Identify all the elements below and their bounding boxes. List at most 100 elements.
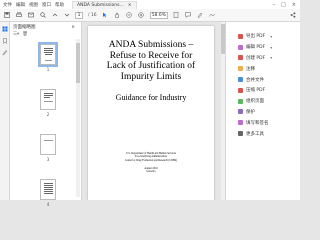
title-line: Refuse to Receive for: [109, 50, 193, 61]
left-nav-bar: [0, 22, 10, 200]
page-thumbnails-icon[interactable]: [1, 25, 8, 32]
date-line: Generics: [146, 170, 156, 174]
agency-block: U.S. Department of Health and Human Serv…: [88, 152, 214, 162]
panel-close-icon[interactable]: ×: [71, 25, 81, 30]
thumbnail-label-3: 3: [46, 157, 50, 162]
zoom-in-icon[interactable]: [138, 12, 145, 19]
bookmark-icon[interactable]: [1, 37, 8, 44]
tool-label: 合并文件: [246, 77, 264, 83]
page-total: / 16: [88, 12, 97, 18]
select-cursor-icon[interactable]: [102, 12, 109, 19]
agency-line: Center for Drug Evaluation and Research …: [124, 158, 178, 162]
tool-combine-files[interactable]: 合并文件: [226, 74, 300, 85]
menu-help[interactable]: 帮助: [55, 2, 64, 8]
tool-create-pdf[interactable]: 创建 PDF ▾: [226, 53, 300, 64]
combine-files-icon: [238, 77, 243, 83]
document-title: ANDA Submissions – Refuse to Receive for…: [88, 40, 214, 82]
title-line: Lack of Justification of: [106, 61, 196, 71]
document-view: ANDA Submissions – Refuse to Receive for…: [82, 22, 225, 200]
thumbnail-scrollbar[interactable]: [76, 39, 80, 197]
thumbnail-options-icon[interactable]: ☰▾: [13, 32, 19, 39]
thumbnail-label-2: 2: [46, 112, 50, 117]
tool-compress-pdf[interactable]: 压缩 PDF: [226, 85, 300, 96]
tool-label: 编辑 PDF: [246, 45, 266, 51]
date-block: August 2016 Generics: [88, 167, 214, 174]
thumbnail-page-1[interactable]: [38, 42, 58, 67]
create-pdf-icon: [238, 55, 243, 61]
save-icon[interactable]: [3, 12, 10, 19]
maximize-icon[interactable]: □: [281, 2, 286, 8]
more-tools-icon: [238, 131, 243, 137]
thumbnail-label-4: 4: [46, 202, 50, 207]
comment-tool-icon: [238, 66, 243, 72]
tool-edit-pdf[interactable]: 编辑 PDF ▾: [226, 42, 300, 53]
title-line: Impurity Limits: [120, 71, 182, 82]
thumbnail-delete-icon[interactable]: 🗑: [22, 32, 28, 39]
document-page: ANDA Submissions – Refuse to Receive for…: [88, 26, 214, 200]
thumbnail-scroll-thumb[interactable]: [76, 43, 80, 83]
window-close-icon[interactable]: ×: [292, 2, 296, 8]
minimize-icon[interactable]: –: [273, 2, 276, 8]
thumbnail-page-2[interactable]: [40, 89, 56, 110]
protect-icon: [238, 109, 243, 115]
organize-pages-icon: [238, 98, 243, 104]
thumbnail-page-4[interactable]: [40, 179, 56, 200]
document-subtitle: Guidance for Industry: [115, 93, 187, 102]
document-tab-label: ANDA Submissions...: [77, 2, 124, 8]
hand-tool-icon[interactable]: [114, 12, 121, 19]
thumbnail-panel-header: 页面缩略图 ×: [10, 22, 81, 32]
chevron-down-icon[interactable]: ▾: [270, 45, 272, 50]
tool-label: 填写和签名: [246, 120, 269, 126]
tool-label: 导出 PDF: [246, 34, 266, 40]
tool-fill-and-sign[interactable]: 填写和签名: [226, 117, 300, 128]
prev-page-icon[interactable]: [51, 12, 58, 19]
tool-label: 保护: [246, 109, 255, 115]
zoom-out-icon[interactable]: [126, 12, 133, 19]
menu-bar: 文件 编辑 视图 窗口 帮助: [0, 2, 64, 8]
thumbnail-label-1: 1: [46, 67, 50, 72]
tool-more-tools[interactable]: 更多工具: [226, 128, 300, 139]
mail-icon[interactable]: [27, 12, 34, 19]
tool-organize-pages[interactable]: 组织页面: [226, 96, 300, 107]
thumbnail-panel: 页面缩略图 × ☰▾ 🗑 1 2 3 4: [10, 22, 82, 207]
thumbnail-panel-title: 页面缩略图: [13, 25, 36, 30]
tool-export-pdf[interactable]: 导出 PDF ▾: [226, 31, 300, 42]
comment-icon[interactable]: [185, 12, 192, 19]
print-icon[interactable]: [15, 12, 22, 19]
main-toolbar: 1 / 16 58.6%: [0, 9, 300, 22]
highlight-icon[interactable]: [197, 12, 204, 19]
menu-file[interactable]: 文件: [3, 2, 12, 8]
page-number-input[interactable]: 1: [75, 11, 83, 19]
thumbnail-page-3[interactable]: [40, 134, 56, 155]
compress-pdf-icon: [238, 87, 243, 93]
menu-window[interactable]: 窗口: [42, 2, 51, 8]
zoom-level-select[interactable]: 58.6%: [149, 11, 168, 19]
tool-protect[interactable]: 保护: [226, 107, 300, 118]
tool-label: 创建 PDF: [246, 55, 266, 61]
document-tab[interactable]: ANDA Submissions... ×: [72, 0, 137, 9]
tool-label: 压缩 PDF: [246, 88, 266, 94]
fit-page-icon[interactable]: [173, 12, 180, 19]
window-controls: – □ ×: [273, 2, 300, 8]
attachment-icon[interactable]: [1, 49, 8, 56]
close-tab-icon[interactable]: ×: [128, 3, 132, 8]
tool-label: 组织页面: [246, 99, 264, 105]
share-icon[interactable]: [289, 12, 296, 19]
export-pdf-icon: [238, 33, 243, 39]
chevron-down-icon[interactable]: ▾: [270, 55, 272, 60]
title-line: ANDA Submissions –: [108, 40, 194, 50]
edit-pdf-icon: [238, 44, 243, 50]
search-icon[interactable]: [39, 12, 46, 19]
tools-panel: 导出 PDF ▾ 编辑 PDF ▾ 创建 PDF ▾ 注释 合并文件 压缩 PD…: [225, 22, 300, 200]
thumbnail-tools: ☰▾ 🗑: [10, 32, 81, 39]
tool-comment[interactable]: 注释: [226, 63, 300, 74]
tool-label: 更多工具: [246, 131, 264, 137]
fill-sign-icon: [238, 120, 243, 126]
sign-icon[interactable]: [209, 12, 216, 19]
chevron-down-icon[interactable]: ▾: [270, 34, 272, 39]
tool-label: 注释: [246, 66, 255, 72]
toolbar-right: [289, 12, 300, 19]
menu-edit[interactable]: 编辑: [16, 2, 25, 8]
next-page-icon[interactable]: [63, 12, 70, 19]
menu-view[interactable]: 视图: [29, 2, 38, 8]
